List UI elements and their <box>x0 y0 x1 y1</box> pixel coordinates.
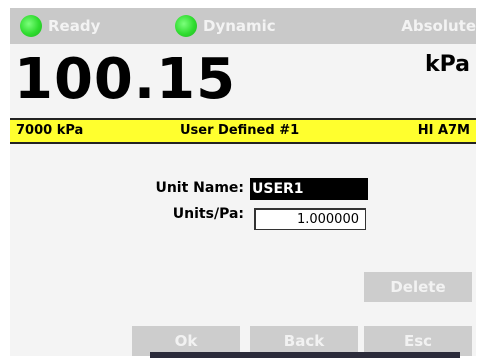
status-absolute-label: Absolute <box>401 17 476 35</box>
display-screen: Ready Dynamic Absolute 100.15 kPa 7000 k… <box>10 8 476 356</box>
bottom-edge <box>150 352 460 358</box>
page-title: User Defined #1 <box>180 123 300 138</box>
status-ready: Ready <box>20 8 100 44</box>
status-ready-label: Ready <box>48 17 101 35</box>
status-dynamic: Dynamic <box>175 8 276 44</box>
info-bar: 7000 kPa User Defined #1 HI A7M <box>10 118 476 144</box>
device-bezel: Ready Dynamic Absolute 100.15 kPa 7000 k… <box>0 0 480 364</box>
dynamic-led-icon <box>175 15 197 37</box>
status-dynamic-label: Dynamic <box>203 17 276 35</box>
unit-name-field[interactable]: USER1 <box>250 178 368 200</box>
model-label: HI A7M <box>417 123 470 138</box>
range-label: 7000 kPa <box>16 123 84 138</box>
unit-name-label: Unit Name: <box>155 180 244 196</box>
status-absolute: Absolute <box>401 8 476 44</box>
delete-button[interactable]: Delete <box>364 272 472 302</box>
pressure-unit: kPa <box>424 52 470 77</box>
status-bar: Ready Dynamic Absolute <box>10 8 476 44</box>
ready-led-icon <box>20 15 42 37</box>
units-per-pa-field[interactable]: 1.000000 <box>254 208 366 230</box>
units-per-pa-label: Units/Pa: <box>172 206 244 222</box>
pressure-reading: 100.15 <box>14 47 237 112</box>
